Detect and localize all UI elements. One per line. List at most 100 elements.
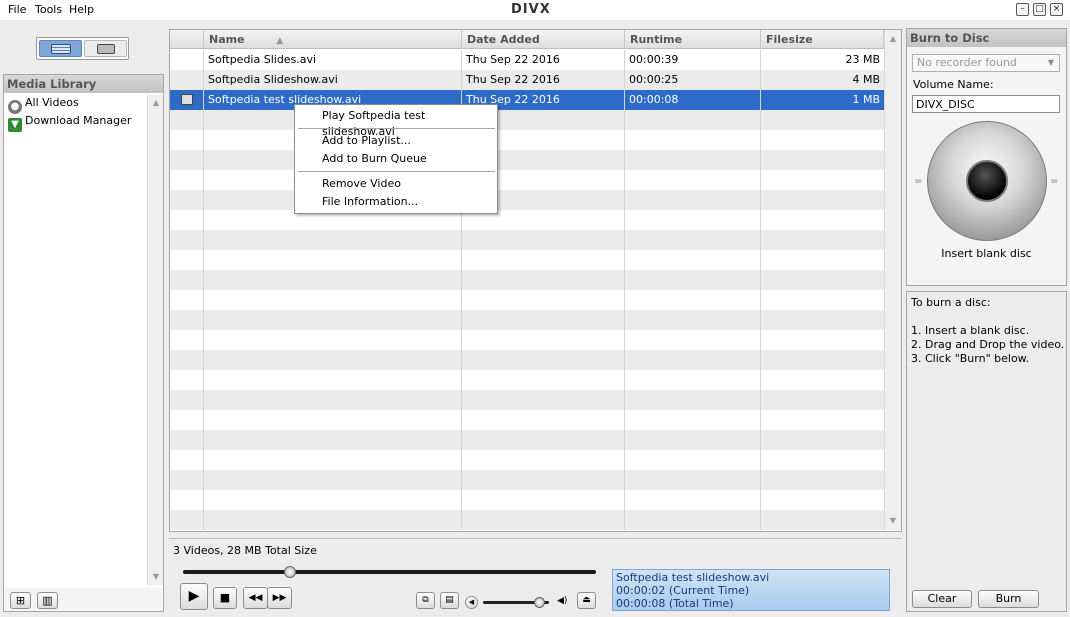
empty-row [170, 350, 884, 370]
play-button[interactable]: ▶ [180, 583, 208, 610]
scroll-down-icon[interactable]: ▼ [149, 570, 163, 584]
volume-down-button[interactable]: ◀ [465, 596, 478, 609]
library-item-all-videos[interactable]: ● All Videos [8, 94, 79, 114]
table-row[interactable]: Softpedia Slideshow.avi Thu Sep 22 2016 00… [170, 70, 884, 90]
burn-instructions-panel: To burn a disc: 1. Insert a blank disc. … [906, 291, 1067, 612]
media-library-list: ● All Videos ▼ Download Manager ▲ ▼ [4, 93, 163, 588]
play-icon: ▶ [188, 588, 200, 604]
empty-row [170, 370, 884, 390]
eject-button[interactable]: ⏏ [577, 592, 596, 609]
add-folder-button[interactable]: ⊞ [10, 592, 31, 609]
column-header-runtime[interactable]: Runtime [625, 30, 761, 49]
media-library-title: Media Library [4, 75, 163, 93]
instruction-step-1: 1. Insert a blank disc. [911, 324, 1030, 337]
table-scrollbar[interactable]: ▲ ▼ [884, 30, 901, 530]
empty-row [170, 110, 884, 130]
volume-down-icon: ◀ [468, 598, 475, 606]
disc-hub [966, 160, 1008, 202]
cell-date: Thu Sep 22 2016 [466, 53, 560, 66]
delete-button[interactable]: ▥ [37, 592, 58, 609]
menu-item-add-to-playlist[interactable]: Add to Playlist... [322, 133, 411, 149]
current-time: 00:00:02 (Current Time) [616, 584, 750, 597]
row-icon-cell [170, 70, 204, 90]
empty-row [170, 210, 884, 230]
empty-row [170, 190, 884, 210]
column-header-icon[interactable] [170, 30, 204, 49]
download-arrow-icon: ▼ [8, 118, 22, 132]
empty-row [170, 150, 884, 170]
stop-button[interactable]: ■ [213, 587, 237, 609]
trash-icon: ▥ [42, 594, 53, 607]
empty-row [170, 270, 884, 290]
stop-icon: ■ [219, 591, 231, 604]
column-header-name[interactable]: Name ▲ [204, 30, 462, 49]
fullscreen-button[interactable]: ⧉ [416, 592, 435, 609]
cell-runtime: 00:00:39 [629, 53, 679, 66]
empty-row [170, 410, 884, 430]
eject-icon: ⏏ [582, 595, 591, 605]
row-icon-cell [170, 90, 204, 110]
table-row[interactable]: Softpedia Slides.avi Thu Sep 22 2016 00:00… [170, 50, 884, 70]
column-header-date[interactable]: Date Added [462, 30, 625, 49]
cell-name: Softpedia Slideshow.avi [208, 73, 338, 86]
rewind-icon: ◀◀ [248, 593, 263, 603]
empty-row [170, 290, 884, 310]
cell-name: Softpedia Slides.avi [208, 53, 317, 66]
thumbnail-view-icon [97, 44, 115, 54]
minimize-button[interactable]: – [1016, 3, 1029, 16]
scroll-down-icon[interactable]: ▼ [886, 514, 900, 528]
list-view-button[interactable] [39, 40, 82, 57]
volume-name-input[interactable] [912, 95, 1060, 113]
library-scrollbar[interactable]: ▲ ▼ [147, 95, 163, 585]
column-divider [624, 50, 625, 530]
thumbnail-view-button[interactable] [84, 40, 127, 57]
library-item-label: Download Manager [25, 114, 132, 127]
column-header-filesize[interactable]: Filesize [761, 30, 884, 49]
empty-row [170, 470, 884, 490]
view-toggle [36, 37, 129, 60]
menu-item-file-information[interactable]: File Information... [322, 194, 418, 210]
previous-button[interactable]: ◀◀ [243, 587, 268, 609]
burn-panel-title: Burn to Disc [907, 29, 1066, 47]
close-button[interactable]: × [1050, 3, 1063, 16]
cell-date: Thu Sep 22 2016 [466, 73, 560, 86]
burn-button[interactable]: Burn [978, 590, 1039, 608]
recorder-select[interactable]: No recorder found ▼ [912, 54, 1060, 72]
menu-item-add-to-burn-queue[interactable]: Add to Burn Queue [322, 151, 427, 167]
media-library-panel: Media Library ● All Videos ▼ Download Mana… [3, 74, 164, 612]
volume-up-icon[interactable]: ◀) [557, 596, 567, 606]
menu-separator [298, 128, 495, 129]
menu-item-remove-video[interactable]: Remove Video [322, 176, 401, 192]
film-mode-button[interactable]: ▤ [440, 592, 459, 609]
volume-handle[interactable] [534, 597, 546, 608]
disc-caption: Insert blank disc [941, 247, 1032, 260]
seek-bar[interactable] [183, 570, 596, 574]
cell-runtime: 00:00:25 [629, 73, 679, 86]
scroll-up-icon[interactable]: ▲ [886, 32, 900, 46]
library-item-label: All Videos [25, 96, 79, 109]
cell-runtime: 00:00:08 [629, 93, 679, 106]
empty-row [170, 310, 884, 330]
empty-row [170, 490, 884, 510]
sort-ascending-icon: ▲ [276, 36, 284, 46]
table-row[interactable]: Softpedia test slideshow.avi Thu Sep 22 2… [170, 90, 884, 110]
scroll-up-icon[interactable]: ▲ [149, 96, 163, 110]
next-button[interactable]: ▶▶ [267, 587, 292, 609]
row-icon-cell [170, 50, 204, 70]
clear-button[interactable]: Clear [912, 590, 972, 608]
empty-row [170, 330, 884, 350]
column-divider [203, 50, 204, 530]
instructions-title: To burn a disc: [911, 296, 991, 309]
empty-row [170, 250, 884, 270]
menu-item-play[interactable]: Play Softpedia test slideshow.avi [322, 108, 497, 138]
maximize-button[interactable]: □ [1033, 3, 1046, 16]
menu-tools[interactable]: Tools [35, 3, 62, 16]
library-item-download-manager[interactable]: ▼ Download Manager [8, 112, 132, 132]
menu-separator [298, 171, 495, 172]
seek-handle[interactable] [284, 566, 297, 578]
menu-file[interactable]: File [8, 3, 26, 16]
status-bar: 3 Videos, 28 MB Total Size [169, 538, 902, 562]
cell-size: 1 MB [852, 93, 880, 106]
now-playing-panel: Softpedia test slideshow.avi 00:00:02 (C… [612, 569, 890, 611]
menu-help[interactable]: Help [69, 3, 94, 16]
